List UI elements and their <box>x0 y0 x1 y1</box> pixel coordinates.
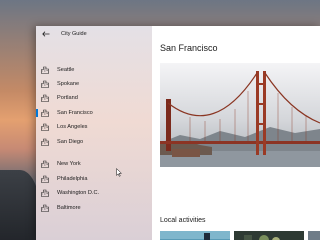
app-title: City Guide <box>61 31 87 37</box>
app-window: City Guide Seattle Spokane Portland San … <box>36 26 320 240</box>
navigation-pane: City Guide Seattle Spokane Portland San … <box>36 26 152 240</box>
nav-item-label: Washington D.C. <box>57 190 100 196</box>
city-icon <box>41 189 49 197</box>
nav-item-label: New York <box>57 161 81 167</box>
hero-image-golden-gate-bridge <box>160 63 320 167</box>
city-icon <box>41 204 49 212</box>
nav-item-philadelphia[interactable]: Philadelphia <box>36 172 152 186</box>
page-title: San Francisco <box>160 43 218 53</box>
nav-item-portland[interactable]: Portland <box>36 91 152 105</box>
activity-card-surfing[interactable] <box>160 231 230 240</box>
section-title-local-activities: Local activities <box>160 217 206 224</box>
city-icon <box>41 160 49 168</box>
nav-item-spokane[interactable]: Spokane <box>36 77 152 91</box>
nav-item-san-francisco[interactable]: San Francisco <box>36 106 152 120</box>
nav-item-label: Seattle <box>57 67 75 73</box>
nav-item-label: Baltimore <box>57 205 81 211</box>
nav-item-label: Spokane <box>57 81 80 87</box>
mouse-cursor-icon <box>116 168 122 177</box>
content-pane: San Francisco Local activities <box>152 26 320 240</box>
back-button[interactable] <box>39 27 53 41</box>
city-icon <box>41 123 49 131</box>
city-icon <box>41 94 49 102</box>
nav-item-washington-dc[interactable]: Washington D.C. <box>36 186 152 200</box>
city-icon <box>41 175 49 183</box>
city-icon <box>41 109 49 117</box>
nav-item-new-york[interactable]: New York <box>36 157 152 171</box>
nav-item-los-angeles[interactable]: Los Angeles <box>36 120 152 134</box>
nav-item-baltimore[interactable]: Baltimore <box>36 201 152 215</box>
city-icon <box>41 66 49 74</box>
title-bar: City Guide <box>36 26 152 42</box>
back-arrow-icon <box>42 31 50 37</box>
nav-item-seattle[interactable]: Seattle <box>36 63 152 77</box>
nav-item-label: Los Angeles <box>57 124 88 130</box>
nav-item-label: San Francisco <box>57 110 93 116</box>
city-icon <box>41 138 49 146</box>
nav-item-label: Philadelphia <box>57 176 88 182</box>
city-icon <box>41 80 49 88</box>
activity-card-sea-life[interactable] <box>234 231 304 240</box>
wallpaper-rock <box>0 170 40 240</box>
activity-card-partial[interactable] <box>308 231 320 240</box>
nav-item-san-diego[interactable]: San Diego <box>36 135 152 149</box>
nav-item-label: Portland <box>57 95 78 101</box>
nav-item-label: San Diego <box>57 139 84 145</box>
